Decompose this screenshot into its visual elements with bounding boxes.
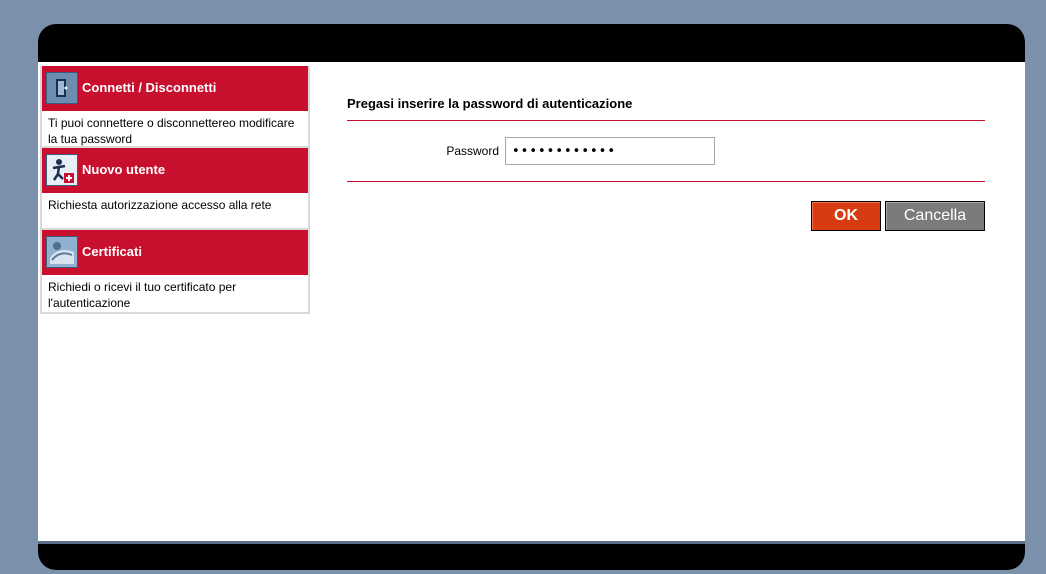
sidebar: Connetti / Disconnetti Ti puoi connetter… [40, 66, 310, 314]
sidebar-item-title[interactable]: Certificati [82, 244, 142, 259]
sidebar-item-description: Richiesta autorizzazione accesso alla re… [42, 193, 308, 230]
sidebar-item-certificati[interactable]: Certificati [42, 230, 308, 275]
cancel-button[interactable]: Cancella [885, 201, 985, 231]
button-group: OK Cancella [347, 201, 985, 231]
bottom-bar-edge [38, 541, 1025, 544]
content-area: Connetti / Disconnetti Ti puoi connetter… [38, 62, 1025, 541]
new-user-icon [46, 154, 78, 186]
sidebar-item-title[interactable]: Connetti / Disconnetti [82, 80, 216, 95]
form-heading: Pregasi inserire la password di autentic… [347, 96, 633, 111]
ok-button[interactable]: OK [811, 201, 881, 231]
password-row: Password [347, 121, 985, 181]
sidebar-item-nuovo-utente[interactable]: Nuovo utente [42, 148, 308, 193]
sidebar-item-description: Richiedi o ricevi il tuo certificato per… [48, 280, 237, 310]
certificate-icon [46, 236, 78, 268]
connect-icon [46, 72, 78, 104]
app-frame: Connetti / Disconnetti Ti puoi connetter… [38, 24, 1025, 570]
divider [347, 181, 985, 182]
sidebar-item-description: Ti puoi connettere o disconnettereo modi… [42, 111, 308, 148]
top-bar [38, 24, 1025, 62]
password-field[interactable] [505, 137, 715, 165]
sidebar-item-title[interactable]: Nuovo utente [82, 162, 165, 177]
bottom-bar [38, 541, 1025, 570]
sidebar-item-connetti[interactable]: Connetti / Disconnetti [42, 66, 308, 111]
password-label: Password [446, 144, 499, 158]
login-form: Pregasi inserire la password di autentic… [347, 96, 985, 231]
